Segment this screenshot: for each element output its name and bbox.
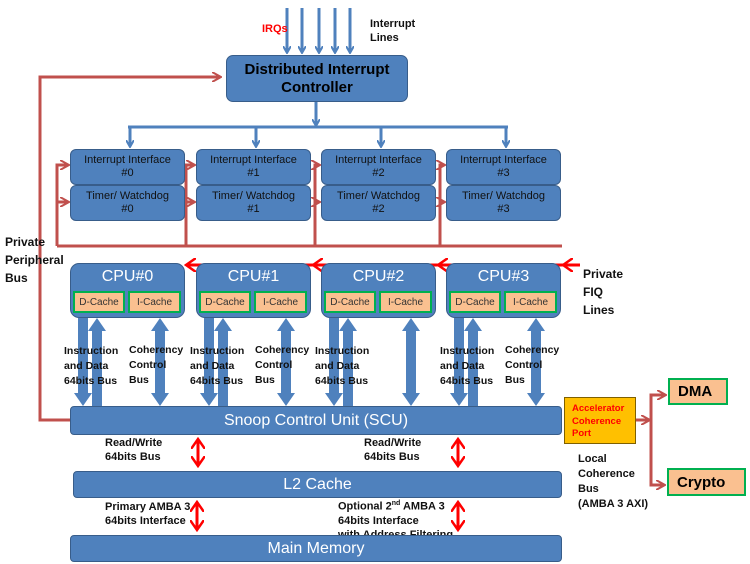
local-coherence-bus-label: Local Coherence Bus (AMBA 3 AXI): [578, 453, 649, 510]
interrupt-interface-1: Interrupt Interface #1: [196, 149, 311, 185]
i-cache-3: I-Cache: [504, 291, 557, 313]
irqs-label: IRQs: [262, 23, 288, 35]
d-cache-2: D-Cache: [324, 291, 376, 313]
i-cache-2: I-Cache: [379, 291, 432, 313]
data-bus-label-1: Instruction and Data 64bits Bus: [190, 345, 245, 387]
crypto-link-arrow: [649, 420, 664, 485]
i-cache-0: I-Cache: [128, 291, 181, 313]
timer-watchdog-2: Timer/ Watchdog #2: [321, 185, 436, 221]
private-fiq-lines-label: Private FIQ Lines: [583, 267, 624, 317]
primary-amba-label: Primary AMBA 3 64bits Interface: [105, 501, 191, 527]
i-cache-1: I-Cache: [254, 291, 307, 313]
timer-watchdog-0: Timer/ Watchdog #0: [70, 185, 185, 221]
cpu-label: CPU#0: [101, 268, 154, 285]
interrupt-interface-0: Interrupt Interface #0: [70, 149, 185, 185]
accelerator-coherence-port: Accelerator Coherence Port: [564, 397, 636, 444]
peripheral-bus-to-interface: [315, 165, 319, 246]
crypto-block: Crypto: [667, 468, 746, 496]
coherency-bus-label-1: Coherency Control Bus: [255, 344, 310, 386]
timer-watchdog-1: Timer/ Watchdog #1: [196, 185, 311, 221]
dma-link-arrow: [649, 395, 665, 420]
mpcore-diagram: IRQs Interrupt Lines Distributed Interru…: [0, 0, 750, 564]
interrupt-interface-3: Interrupt Interface #3: [446, 149, 561, 185]
cpu-label: CPU#2: [352, 268, 405, 285]
d-cache-0: D-Cache: [73, 291, 125, 313]
d-cache-3: D-Cache: [449, 291, 501, 313]
interrupt-lines-label: Interrupt Lines: [370, 18, 416, 44]
data-bus-label-3: Instruction and Data 64bits Bus: [440, 345, 495, 387]
rw-bus-left-label: Read/Write 64bits Bus: [105, 437, 163, 463]
distributed-interrupt-controller: Distributed Interrupt Controller: [226, 55, 408, 102]
coherency-bus-double-arrow: [402, 318, 420, 406]
data-bus-label-0: Instruction and Data 64bits Bus: [64, 345, 119, 387]
dma-block: DMA: [668, 378, 728, 405]
interrupt-interface-2: Interrupt Interface #2: [321, 149, 436, 185]
snoop-control-unit: Snoop Control Unit (SCU): [70, 406, 562, 435]
cpu-label: CPU#1: [227, 268, 280, 285]
main-memory: Main Memory: [70, 535, 562, 562]
rw-bus-right-label: Read/Write 64bits Bus: [364, 437, 422, 463]
peripheral-bus-to-interface: [440, 165, 444, 246]
coherency-bus-label-0: Coherency Control Bus: [129, 344, 184, 386]
optional-amba-text: Optional 2: [338, 500, 392, 513]
timer-watchdog-3: Timer/ Watchdog #3: [446, 185, 561, 221]
cpu-label: CPU#3: [477, 268, 530, 285]
private-peripheral-bus-label: Private Peripheral Bus: [5, 235, 64, 285]
l2-cache: L2 Cache: [73, 471, 562, 498]
peripheral-bus-to-interface: [184, 165, 194, 246]
coherency-bus-label-3: Coherency Control Bus: [505, 344, 560, 386]
data-bus-label-2: Instruction and Data 64bits Bus: [315, 345, 370, 387]
d-cache-1: D-Cache: [199, 291, 251, 313]
